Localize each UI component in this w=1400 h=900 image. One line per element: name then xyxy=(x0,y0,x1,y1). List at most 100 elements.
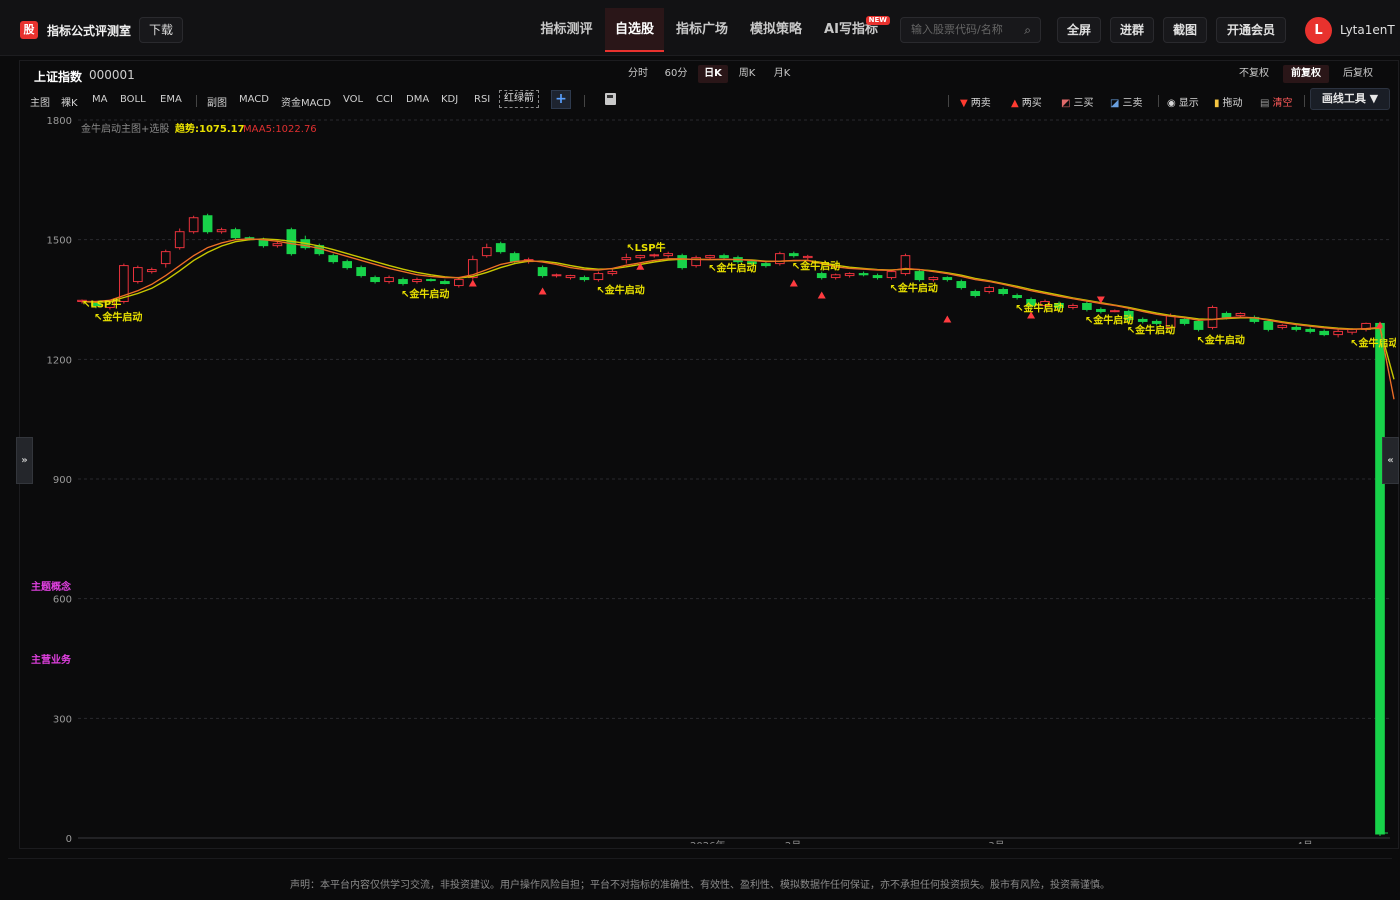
ind-rsi[interactable]: RSI xyxy=(474,94,490,105)
ind-naked-k[interactable]: 裸K xyxy=(61,94,78,109)
search-icon[interactable]: ⌕ xyxy=(1024,18,1031,42)
gold-bull-signal-label: ↖金牛启动 xyxy=(792,260,840,273)
ind-ma[interactable]: MA xyxy=(92,94,107,105)
drawing-tools-dropdown[interactable]: 画线工具 ▼ xyxy=(1310,88,1390,110)
ind-vol[interactable]: VOL xyxy=(343,94,363,105)
ind-macd[interactable]: MACD xyxy=(239,94,269,105)
y-tick-label: 900 xyxy=(53,475,72,486)
candle-body xyxy=(914,271,925,281)
candle-body xyxy=(440,281,450,285)
candle-body xyxy=(844,273,855,277)
ind-sub-chart[interactable]: 副图 xyxy=(207,94,227,109)
candlestick-chart[interactable]: 1800 1500 1200 900 600 300 0 2026年 2月 3月 4月 金牛启动主图+… xyxy=(20,114,1396,844)
tool-three-sell[interactable]: ◪ 三卖 xyxy=(1110,94,1142,109)
y-tick-label: 300 xyxy=(53,714,72,725)
tool-drag[interactable]: ▮ 拖动 xyxy=(1214,94,1243,109)
candle-body xyxy=(1082,302,1092,310)
site-title[interactable]: 指标公式评测室 xyxy=(47,22,131,39)
ind-kdj[interactable]: KDJ xyxy=(441,94,458,105)
index-code: 000001 xyxy=(89,68,135,82)
lsp-signal-label: ↖LSP牛 xyxy=(82,297,121,310)
maa-value: MAA5:1022.76 xyxy=(243,124,317,135)
candle-body xyxy=(230,229,241,239)
expand-left-panel-button[interactable]: » xyxy=(16,437,33,484)
candle-body xyxy=(705,255,715,259)
red-green-arrow-button[interactable]: 红绿箭 xyxy=(499,90,539,108)
candle-body xyxy=(719,255,729,259)
download-button[interactable]: 下载 xyxy=(139,17,183,43)
period-daily[interactable]: 日K xyxy=(698,65,728,83)
adjust-backward[interactable]: 后复权 xyxy=(1337,65,1379,83)
index-name: 上证指数 xyxy=(34,70,83,84)
ind-fund-macd[interactable]: 资金MACD xyxy=(281,94,331,109)
username[interactable]: Lyta1enT xyxy=(1340,23,1395,37)
nav-indicator-review[interactable]: 指标测评 xyxy=(530,8,603,52)
x-tick-label: 4月 xyxy=(1297,840,1313,844)
candle-body xyxy=(1291,326,1302,330)
candle-body xyxy=(1207,306,1218,328)
tool-show-label: 显示 xyxy=(1178,98,1199,109)
divider xyxy=(584,95,585,107)
quote-header: 上证指数 000001 分时 60分 日K 周K 月K 不复权 前复权 后复权 xyxy=(20,61,1400,87)
nav-indicator-square[interactable]: 指标广场 xyxy=(666,8,738,52)
save-icon[interactable] xyxy=(605,93,616,105)
divider xyxy=(1158,95,1159,107)
vip-button[interactable]: 开通会员 xyxy=(1216,17,1286,43)
tool-show[interactable]: ◉ 显示 xyxy=(1167,94,1199,109)
ind-ema[interactable]: EMA xyxy=(160,94,182,105)
screenshot-button[interactable]: 截图 xyxy=(1163,17,1207,43)
eye-icon: ◉ xyxy=(1167,98,1176,109)
gold-bull-signal-label: ↖金牛启动 xyxy=(1350,337,1396,350)
candle-body xyxy=(1179,318,1190,324)
gold-bull-signal-label: ↖金牛启动 xyxy=(1015,302,1063,315)
logo-icon[interactable]: 股 xyxy=(20,21,38,39)
ind-main-chart[interactable]: 主图 xyxy=(30,94,50,109)
tool-three-buy[interactable]: ◩ 三买 xyxy=(1061,94,1093,109)
gold-bull-signal-label: ↖金牛启动 xyxy=(94,310,142,323)
nav-sim-strategy[interactable]: 模拟策略 xyxy=(740,8,812,52)
candle-body xyxy=(579,277,590,281)
join-group-button[interactable]: 进群 xyxy=(1110,17,1154,43)
divider xyxy=(948,95,949,107)
candle-body xyxy=(1096,308,1106,312)
period-60min[interactable]: 60分 xyxy=(660,65,692,83)
candle-body xyxy=(356,267,366,277)
adjust-none[interactable]: 不复权 xyxy=(1233,65,1275,83)
candle-body xyxy=(970,291,981,297)
disclaimer-text: 声明：本平台内容仅供学习交流，非投资建议。用户操作风险自担；平台不对指标的准确性… xyxy=(290,880,1110,891)
adjust-forward[interactable]: 前复权 xyxy=(1283,65,1329,83)
add-indicator-button[interactable]: + xyxy=(551,90,571,109)
period-intraday[interactable]: 分时 xyxy=(623,65,653,83)
fullscreen-button[interactable]: 全屏 xyxy=(1057,17,1101,43)
candle-body xyxy=(495,243,506,253)
candle-body xyxy=(649,254,660,257)
candle-body xyxy=(1277,324,1288,328)
nav-watchlist[interactable]: 自选股 xyxy=(605,8,664,52)
tool-clear[interactable]: ▤ 清空 xyxy=(1260,94,1292,109)
candle-body xyxy=(677,255,687,269)
buy-signal-marker xyxy=(817,291,826,299)
period-monthly[interactable]: 月K xyxy=(768,65,796,83)
gold-bull-signal-label: ↖金牛启动 xyxy=(1197,333,1245,346)
candle-body xyxy=(886,271,897,279)
candle-body xyxy=(872,275,883,279)
expand-right-panel-button[interactable]: « xyxy=(1382,437,1399,484)
ind-dma[interactable]: DMA xyxy=(406,94,429,105)
tool-two-buy[interactable]: ▲ 两买 xyxy=(1011,94,1042,109)
ind-boll[interactable]: BOLL xyxy=(120,94,146,105)
candle-body xyxy=(788,253,799,257)
candle-body xyxy=(454,279,464,287)
ind-cci[interactable]: CCI xyxy=(376,94,393,105)
gold-bull-signal-label: ↖金牛启动 xyxy=(1127,323,1175,336)
stock-search-input[interactable]: 输入股票代码/名称 ⌕ xyxy=(900,17,1041,43)
avatar[interactable]: L xyxy=(1305,17,1332,44)
candle-body xyxy=(426,279,436,282)
tool-two-sell[interactable]: ▼ 两卖 xyxy=(960,94,991,109)
chart-up-icon: ◩ xyxy=(1061,98,1071,109)
y-tick-label: 1800 xyxy=(47,116,72,127)
gold-bull-signal-label: ↖金牛启动 xyxy=(596,284,644,297)
candle-body xyxy=(802,255,813,259)
period-weekly[interactable]: 周K xyxy=(733,65,761,83)
nav-ai-indicator[interactable]: AI写指标 NEW xyxy=(814,8,890,52)
main-business-label: 主营业务 xyxy=(31,653,72,666)
